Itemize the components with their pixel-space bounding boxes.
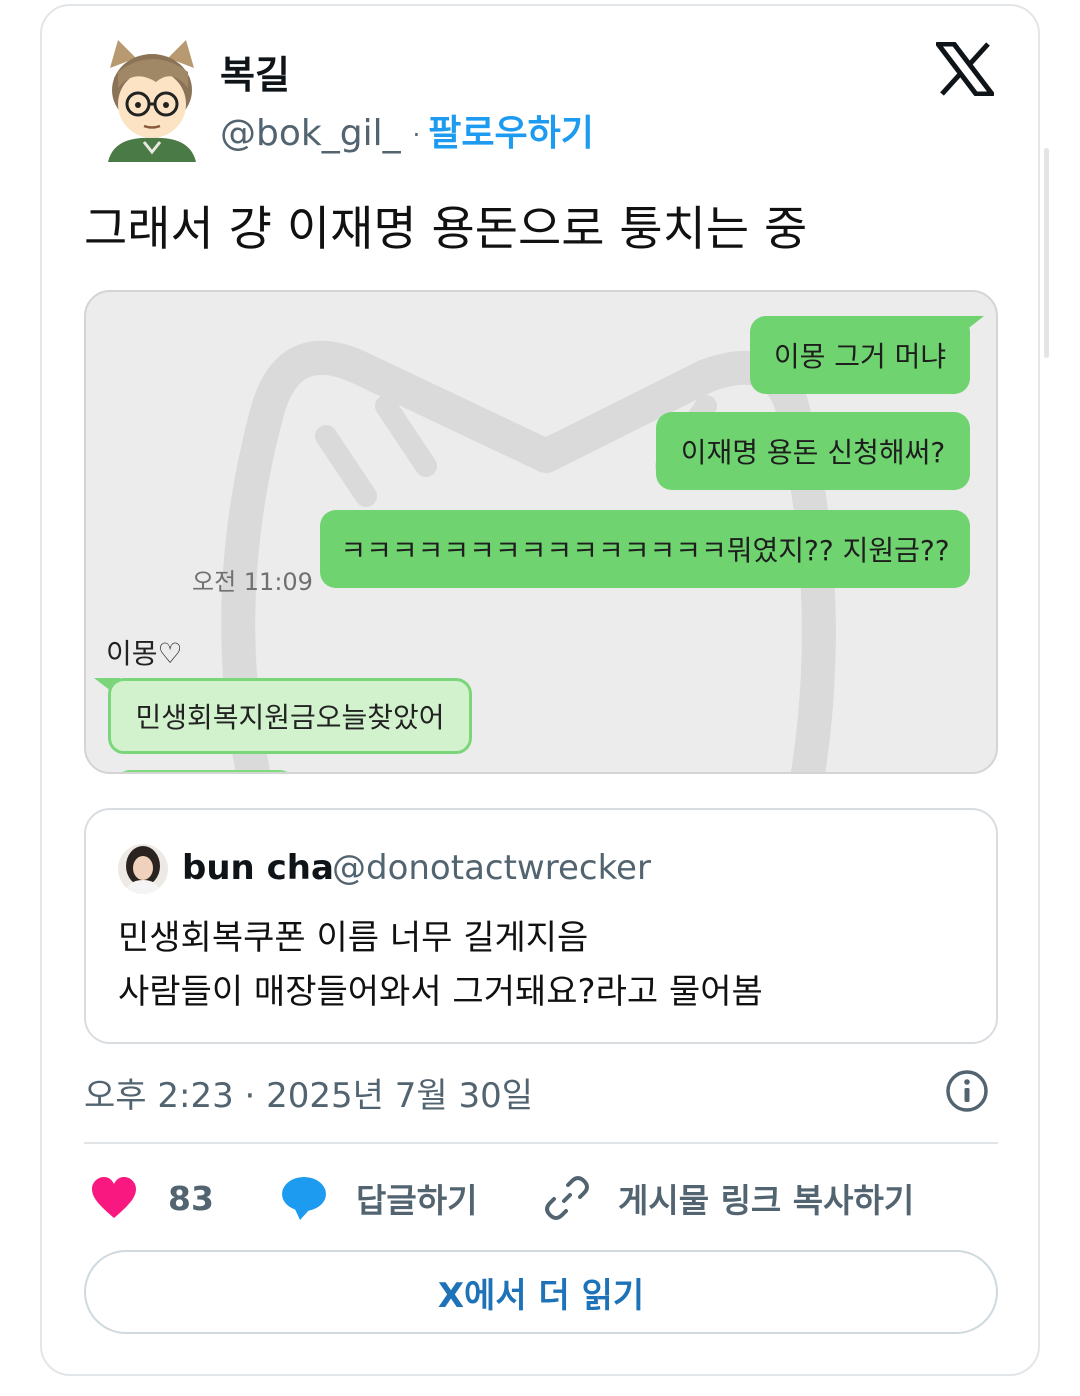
chat-bubble-outgoing: 이몽 그거 머냐	[750, 316, 970, 394]
scrollbar[interactable]	[1044, 148, 1049, 358]
tweet-text: 그래서 걍 이재명 용돈으로 퉁치는 중	[84, 202, 808, 257]
speech-bubble-icon	[282, 1177, 326, 1220]
chat-message-text: 이몽 그거 머냐	[773, 340, 947, 373]
link-icon	[545, 1176, 589, 1220]
read-more-button[interactable]: X에서 더 읽기	[84, 1250, 998, 1334]
chat-bubble-partial	[116, 770, 294, 772]
author-avatar[interactable]	[104, 38, 200, 162]
quoted-text-line: 민생회복쿠폰 이름 너무 길게지음	[118, 918, 589, 958]
x-logo-icon[interactable]	[936, 42, 994, 96]
heart-icon	[92, 1177, 136, 1218]
info-icon[interactable]	[944, 1068, 990, 1114]
tweet-timestamp[interactable]: 오후 2:23 · 2025년 7월 30일	[84, 1068, 533, 1117]
divider	[84, 1142, 998, 1144]
chat-message-text: 이재명 용돈 신청해써?	[680, 436, 946, 469]
copy-link-label: 게시물 링크 복사하기	[618, 1181, 915, 1220]
quoted-author-avatar	[118, 844, 168, 894]
like-button[interactable]: 83	[90, 1172, 214, 1224]
quoted-author-name: bun cha	[182, 848, 334, 888]
chat-bubble-incoming: 민생회복지원금오늘찾았어	[108, 678, 472, 754]
author-handle[interactable]: @bok_gil_	[220, 113, 401, 154]
chat-message-text: 민생회복지원금오늘찾았어	[135, 701, 445, 734]
chat-bubble-tail	[956, 316, 984, 338]
tweet-media-image[interactable]: 이몽 그거 머냐 이재명 용돈 신청해써? ㅋㅋㅋㅋㅋㅋㅋㅋㅋㅋㅋㅋㅋㅋㅋ뭐였지…	[84, 290, 998, 774]
chat-time: 오전 11:09	[192, 568, 313, 596]
chat-sender-name: 이몽♡	[106, 637, 183, 670]
reply-label: 답글하기	[356, 1181, 478, 1220]
chat-bubble-outgoing: ㅋㅋㅋㅋㅋㅋㅋㅋㅋㅋㅋㅋㅋㅋㅋ뭐였지?? 지원금??	[320, 510, 970, 588]
author-display-name[interactable]: 복길	[220, 44, 290, 99]
like-count: 83	[168, 1178, 214, 1218]
chat-message-text: ㅋㅋㅋㅋㅋㅋㅋㅋㅋㅋㅋㅋㅋㅋㅋ뭐였지?? 지원금??	[340, 534, 950, 567]
quoted-text-line: 사람들이 매장들어와서 그거돼요?라고 물어봄	[118, 972, 763, 1012]
copy-link-button[interactable]: 게시물 링크 복사하기	[544, 1172, 914, 1224]
author-handle-row: @bok_gil_ · 팔로우하기	[220, 104, 594, 156]
quoted-author-handle: @donotactwrecker	[332, 848, 651, 888]
separator-dot: ·	[412, 121, 421, 149]
chat-bubble-outgoing: 이재명 용돈 신청해써?	[656, 412, 970, 490]
quoted-tweet[interactable]: bun cha @donotactwrecker 민생회복쿠폰 이름 너무 길게…	[84, 808, 998, 1044]
reply-button[interactable]: 답글하기	[280, 1172, 477, 1224]
follow-button[interactable]: 팔로우하기	[428, 113, 594, 154]
